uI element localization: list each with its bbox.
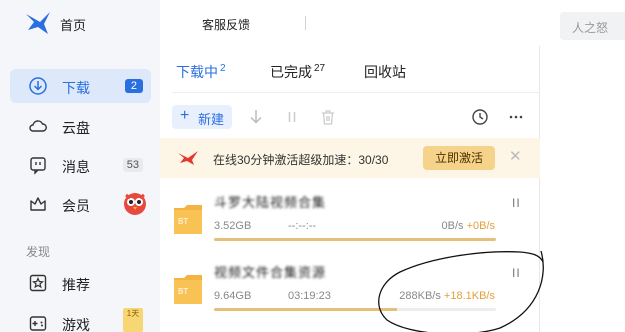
download-size: 9.64GB <box>214 290 252 302</box>
progress-bar <box>214 308 496 311</box>
tab-downloading[interactable]: 下载中 2 <box>176 62 226 82</box>
progress-fill <box>214 308 398 311</box>
sidebar-item-vip[interactable]: 会员 <box>10 187 151 221</box>
tab-label: 下载中 <box>176 64 218 80</box>
divider <box>305 16 306 30</box>
download-count-badge: 2 <box>124 79 143 93</box>
sidebar-item-messages[interactable]: 消息 53 <box>10 148 151 182</box>
banner-message: 在线30分钟激活超级加速：30/30 <box>213 153 389 167</box>
speed-value: 0B/s <box>441 220 464 232</box>
download-remaining-time: --:--:-- <box>288 220 317 232</box>
home-row[interactable]: 首页 <box>0 0 160 46</box>
sidebar-item-recommend[interactable]: 推荐 <box>10 266 151 300</box>
close-icon[interactable]: ✕ <box>509 149 522 165</box>
tab-completed[interactable]: 已完成 27 <box>270 62 325 82</box>
activate-now-button[interactable]: 立即激活 <box>423 146 495 170</box>
tab-label: 回收站 <box>364 64 406 80</box>
tab-count: 27 <box>314 63 326 75</box>
pause-icon[interactable] <box>283 108 301 126</box>
download-panel: 下载中 2 已完成 27 回收站 + 新建 在线30分钟激活超级加速：30/30 立… <box>160 46 540 332</box>
sidebar-item-label: 下载 <box>62 80 90 96</box>
sidebar-item-cloud[interactable]: 云盘 <box>10 109 151 143</box>
sidebar-item-label: 云盘 <box>62 120 90 136</box>
pause-icon[interactable]: II <box>512 266 521 280</box>
file-type-label: BT <box>178 217 188 226</box>
gamepad-icon <box>28 313 48 332</box>
plus-icon: + <box>180 107 190 124</box>
sidebar-item-label: 推荐 <box>62 277 90 293</box>
sidebar-item-download[interactable]: 下载 2 <box>10 69 151 103</box>
feedback-link[interactable]: 客服反馈 <box>202 16 250 33</box>
tab-divider <box>172 92 540 93</box>
acceleration-banner: 在线30分钟激活超级加速：30/30 立即激活 ✕ <box>160 138 540 178</box>
clock-icon[interactable] <box>471 108 489 126</box>
game-promo-badge: 1天 <box>123 308 143 332</box>
boost-speed: +0B/s <box>466 220 495 232</box>
download-name: 斗罗大陆视频合集 <box>214 195 327 210</box>
sidebar-item-games[interactable]: 游戏 1天 <box>10 306 151 332</box>
download-name: 视频文件合集资源 <box>214 265 327 280</box>
sidebar-item-label: 会员 <box>62 198 90 214</box>
sidebar: 首页 下载 2 云盘 消息 53 会员 发现 推荐 游戏 1天 <box>0 0 160 332</box>
download-item[interactable]: BT 斗罗大陆视频合集 II 3.52GB --:--:-- 0B/s +0B/… <box>160 192 540 256</box>
message-icon <box>28 155 48 175</box>
tab-count: 2 <box>220 63 226 75</box>
download-speed: 288KB/s +18.1KB/s <box>399 290 495 302</box>
progress-bar <box>214 238 496 241</box>
top-bar: 客服反馈 人之怒 <box>160 0 625 46</box>
cloud-icon <box>28 116 48 136</box>
discover-section-title: 发现 <box>26 245 51 259</box>
tab-label: 已完成 <box>270 64 312 80</box>
tab-recycle-bin[interactable]: 回收站 <box>364 62 406 82</box>
download-speed: 0B/s +0B/s <box>441 220 495 232</box>
file-type-label: BT <box>178 287 188 296</box>
crown-icon <box>28 194 48 214</box>
bt-file-icon: BT <box>172 202 204 236</box>
pause-icon[interactable]: II <box>512 196 521 210</box>
download-remaining-time: 03:19:23 <box>288 290 331 302</box>
message-count-badge: 53 <box>122 158 143 172</box>
thunder-bird-icon <box>177 150 199 166</box>
owl-mascot-icon <box>121 189 149 217</box>
download-icon <box>28 76 48 96</box>
boost-speed: +18.1KB/s <box>443 290 495 302</box>
download-size: 3.52GB <box>214 220 252 232</box>
progress-fill <box>214 238 496 241</box>
delete-icon[interactable] <box>319 108 337 126</box>
sidebar-item-label: 游戏 <box>62 317 90 332</box>
sidebar-item-label: 消息 <box>62 159 90 175</box>
star-icon <box>28 273 48 293</box>
new-task-button[interactable]: + 新建 <box>172 105 232 129</box>
more-options-icon[interactable] <box>507 108 525 126</box>
download-item[interactable]: BT 视频文件合集资源 II 9.64GB 03:19:23 288KB/s +… <box>160 262 540 326</box>
start-download-icon[interactable] <box>247 108 265 126</box>
new-task-label: 新建 <box>198 112 225 127</box>
user-name: 人之怒 <box>572 21 609 35</box>
user-account-button[interactable]: 人之怒 <box>560 12 625 40</box>
home-label: 首页 <box>60 18 87 33</box>
speed-value: 288KB/s <box>399 290 441 302</box>
bt-file-icon: BT <box>172 272 204 306</box>
app-logo-icon <box>24 10 52 36</box>
